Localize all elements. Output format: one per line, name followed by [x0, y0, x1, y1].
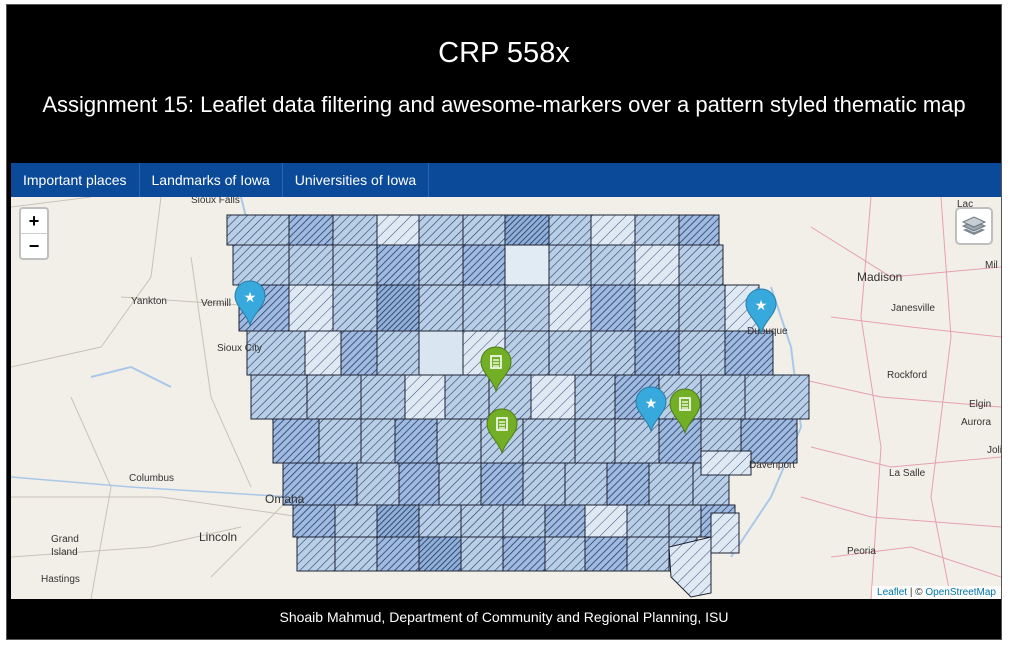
map-label: Janesville — [891, 303, 935, 314]
nav-item-universities[interactable]: Universities of Iowa — [283, 163, 430, 197]
map-canvas[interactable]: Sioux Falls Yankton Vermill Sioux City O… — [11, 197, 1001, 599]
map-attribution: Leaflet | © OpenStreetMap — [872, 586, 1001, 599]
map-label: Madison — [857, 270, 902, 284]
nav-item-important-places[interactable]: Important places — [11, 163, 140, 197]
star-icon: ★ — [645, 395, 658, 411]
map-label: Hastings — [41, 574, 80, 585]
map-label: Davenport — [749, 460, 795, 471]
map-label: Grand — [51, 534, 79, 545]
map-label: Rockford — [887, 370, 927, 381]
map-label: Vermill — [201, 298, 231, 309]
map-label: Dubuque — [747, 326, 788, 337]
layers-icon — [961, 216, 987, 235]
attribution-separator: | © — [907, 587, 926, 598]
zoom-out-button[interactable]: − — [21, 234, 47, 258]
layers-control-button[interactable] — [955, 207, 993, 245]
map-label: Lincoln — [199, 530, 237, 544]
osm-link[interactable]: OpenStreetMap — [925, 587, 996, 598]
page-header: CRP 558x Assignment 15: Leaflet data fil… — [7, 5, 1001, 163]
leaflet-link[interactable]: Leaflet — [877, 587, 907, 598]
star-icon: ★ — [755, 297, 768, 313]
map-label: Island — [51, 547, 78, 558]
map-label: Joli — [987, 445, 1001, 456]
map-label: Peoria — [847, 546, 876, 557]
nav-bar: Important places Landmarks of Iowa Unive… — [11, 163, 1001, 197]
map-label: Aurora — [961, 417, 991, 428]
map-label: La Salle — [889, 468, 926, 479]
map-label: Sioux City — [217, 343, 262, 354]
page-frame: CRP 558x Assignment 15: Leaflet data fil… — [6, 4, 1002, 640]
zoom-control: + − — [19, 207, 49, 260]
map-label: Elgin — [969, 399, 991, 410]
zoom-in-button[interactable]: + — [21, 209, 47, 234]
map-label: Columbus — [129, 473, 174, 484]
map-label: Sioux Falls — [191, 197, 240, 206]
map-label: Mil — [985, 260, 998, 271]
nav-item-landmarks[interactable]: Landmarks of Iowa — [140, 163, 283, 197]
page-subtitle: Assignment 15: Leaflet data filtering an… — [42, 92, 966, 117]
page-footer: Shoaib Mahmud, Department of Community a… — [279, 609, 729, 625]
star-icon: ★ — [244, 289, 257, 305]
map-label: Yankton — [131, 296, 167, 307]
map-container[interactable]: Sioux Falls Yankton Vermill Sioux City O… — [11, 197, 1001, 599]
map-label: Omaha — [265, 492, 305, 506]
iowa-counties[interactable] — [226, 214, 810, 598]
page-title: CRP 558x — [438, 37, 570, 69]
